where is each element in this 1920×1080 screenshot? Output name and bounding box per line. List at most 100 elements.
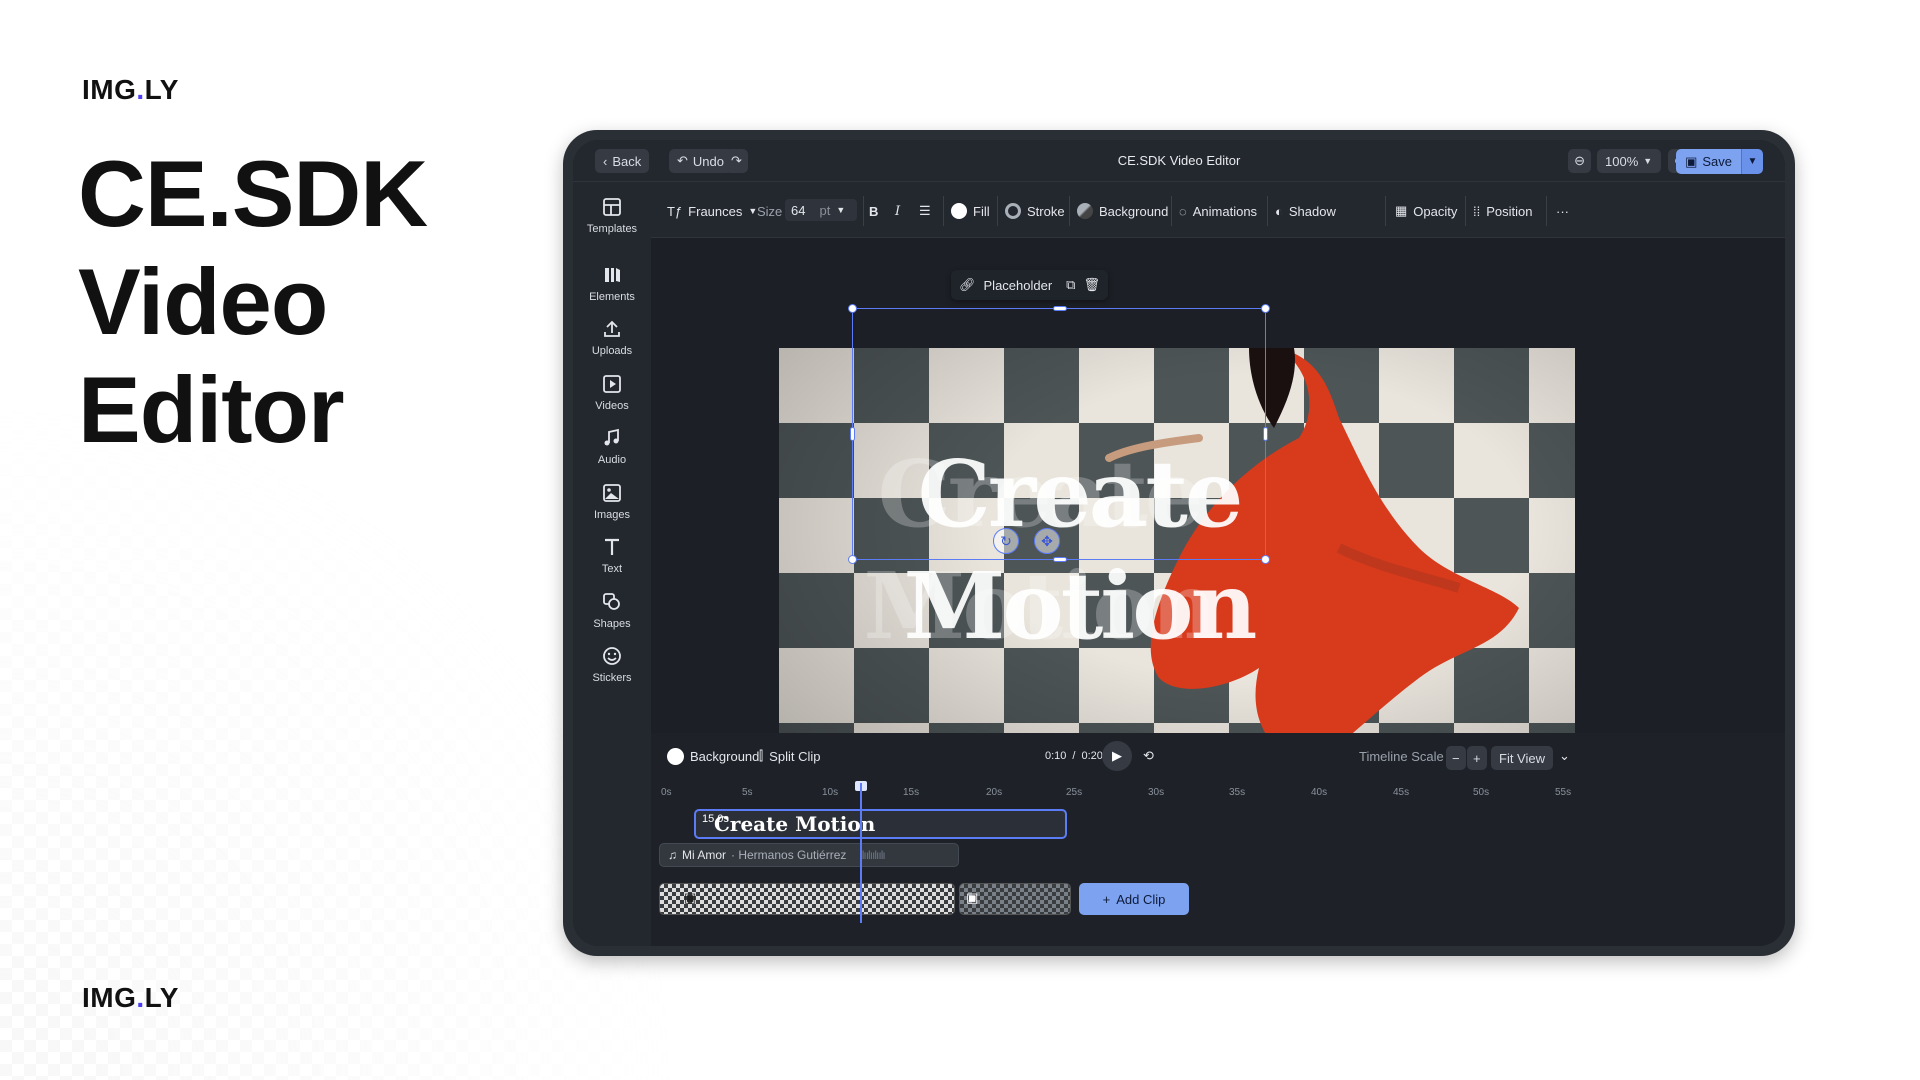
opacity-button[interactable]: ▦ Opacity: [1395, 200, 1457, 222]
editor-topbar: ‹ Back ↶ Undo ↷ CE.SDK Video Editor ⊖ 10…: [573, 140, 1785, 182]
divider: [1465, 196, 1466, 226]
position-icon: ⁞⁞: [1473, 203, 1481, 219]
timeline-scale-label: Timeline Scale: [1359, 748, 1444, 764]
ruler-label: 45s: [1393, 787, 1410, 798]
move-handle[interactable]: ✥: [1034, 528, 1060, 554]
plus-icon: +: [1473, 750, 1481, 766]
divider: [997, 196, 998, 226]
audio-track-clip[interactable]: ♫ Mi Amor · Hermanos Gutiérrez ılıılıılı…: [659, 843, 959, 867]
fit-view-button[interactable]: Fit View: [1491, 746, 1553, 770]
add-clip-button[interactable]: + Add Clip: [1079, 883, 1189, 915]
font-size-input[interactable]: 64 pt ▼: [785, 199, 857, 221]
font-family-select[interactable]: Tƒ Fraunces ▼: [667, 200, 757, 222]
opacity-icon: ▦: [1395, 203, 1408, 218]
resize-handle-top[interactable]: [1053, 306, 1067, 311]
more-options-button[interactable]: ···: [1556, 200, 1569, 222]
shapes-icon: [603, 593, 620, 610]
timeline-panel: Background ⫿ Split Clip 0:10 / 0:20 ▶ ⟲ …: [651, 733, 1785, 946]
resize-handle-bl[interactable]: [848, 555, 857, 564]
playhead[interactable]: [860, 783, 862, 923]
background-button[interactable]: Background: [1077, 200, 1168, 222]
sidebar-item-shapes[interactable]: Shapes: [573, 591, 651, 630]
sidebar-item-stickers[interactable]: Stickers: [573, 645, 651, 684]
sidebar-item-uploads[interactable]: Uploads: [573, 318, 651, 357]
chevron-down-icon: ⌄: [1559, 748, 1570, 763]
ruler-label: 30s: [1148, 787, 1165, 798]
rotate-handle[interactable]: ↻: [993, 528, 1019, 554]
video-icon: ▣: [966, 890, 979, 905]
sidebar-item-text[interactable]: Text: [573, 536, 651, 575]
italic-button[interactable]: I: [895, 200, 900, 222]
ruler-label: 35s: [1229, 787, 1246, 798]
sidebar-item-elements[interactable]: Elements: [573, 264, 651, 303]
placeholder-button[interactable]: Placeholder: [984, 278, 1053, 293]
selection-box[interactable]: [848, 304, 1270, 564]
rotate-icon: ↻: [1000, 532, 1012, 549]
text-icon: [605, 538, 619, 555]
alignment-button[interactable]: ☰: [919, 200, 931, 222]
sidebar-item-videos[interactable]: Videos: [573, 373, 651, 412]
text-track-clip[interactable]: 15.0s Create Motion: [694, 809, 1067, 839]
editor-app: ‹ Back ↶ Undo ↷ CE.SDK Video Editor ⊖ 10…: [573, 140, 1785, 946]
upload-icon: [604, 320, 620, 337]
ruler-label: 10s: [822, 787, 839, 798]
size-label: Size: [757, 203, 783, 219]
link-icon: 🔗︎: [959, 277, 976, 292]
resize-handle-tl[interactable]: [848, 304, 857, 313]
timeline-background-button[interactable]: Background: [667, 745, 759, 767]
music-icon: ♫: [668, 848, 677, 862]
sidebar-item-audio[interactable]: Audio: [573, 427, 651, 466]
timeline-ruler[interactable]: 0s 5s 10s 15s 20s 25s 30s 35s 40s 45s 50…: [651, 779, 1785, 807]
trash-icon[interactable]: 🗑︎: [1083, 277, 1100, 293]
elements-icon: [605, 268, 620, 282]
hero-title: CE.SDK Video Editor: [78, 140, 428, 464]
loop-icon: ⟲: [1143, 748, 1154, 763]
play-button[interactable]: ▶: [1102, 741, 1132, 771]
stroke-button[interactable]: Stroke: [1005, 200, 1065, 222]
shadow-button[interactable]: ◐ Shadow: [1275, 200, 1336, 222]
ruler-label: 25s: [1066, 787, 1083, 798]
bold-button[interactable]: B: [869, 200, 878, 222]
move-icon: ✥: [1041, 532, 1053, 549]
resize-handle-right[interactable]: [1263, 427, 1268, 441]
stroke-swatch-icon: [1005, 203, 1021, 219]
caret-down-icon: ▼: [748, 206, 758, 216]
position-button[interactable]: ⁞⁞ Position: [1473, 200, 1532, 222]
music-icon: [604, 428, 619, 446]
caret-down-icon: ▼: [1747, 156, 1758, 167]
save-options-button[interactable]: ▼: [1741, 149, 1763, 174]
time-display: 0:10 / 0:20: [1045, 750, 1103, 762]
resize-handle-bottom[interactable]: [1053, 557, 1067, 562]
zoom-out-button[interactable]: ⊖: [1568, 149, 1591, 173]
save-button[interactable]: ▣ Save: [1676, 149, 1741, 174]
canvas-area: Create Motion 🔗︎ Placeholder ⧉ 🗑︎ ↻ ✥: [651, 238, 1785, 796]
sidebar-item-images[interactable]: Images: [573, 482, 651, 521]
duplicate-icon[interactable]: ⧉: [1066, 277, 1075, 293]
brand-logo: IMG.LY: [82, 74, 179, 105]
loop-button[interactable]: ⟲: [1143, 745, 1154, 767]
fill-button[interactable]: Fill: [951, 200, 990, 222]
timeline-scale-increase[interactable]: +: [1467, 746, 1487, 770]
animation-icon: ◌: [1179, 203, 1187, 219]
collapse-timeline-button[interactable]: ⌄: [1559, 745, 1570, 767]
caret-down-icon: ▼: [1643, 156, 1653, 166]
ruler-label: 0s: [661, 787, 672, 798]
split-icon: ⫿: [759, 748, 764, 763]
resize-handle-tr[interactable]: [1261, 304, 1270, 313]
selection-context-menu: 🔗︎ Placeholder ⧉ 🗑︎: [951, 270, 1108, 300]
sidebar-item-templates[interactable]: Templates: [573, 196, 651, 235]
resize-handle-left[interactable]: [850, 427, 855, 441]
minus-icon: −: [1452, 750, 1460, 766]
ruler-label: 5s: [742, 787, 753, 798]
divider: [1069, 196, 1070, 226]
ruler-label: 55s: [1555, 787, 1572, 798]
timeline-scale-decrease[interactable]: −: [1446, 746, 1466, 770]
zoom-select[interactable]: 100% ▼: [1597, 149, 1661, 173]
video-clip-1[interactable]: ▣: [659, 883, 955, 915]
divider: [1267, 196, 1268, 226]
resize-handle-br[interactable]: [1261, 555, 1270, 564]
video-clip-2[interactable]: ▣: [959, 883, 1071, 915]
ruler-label: 15s: [903, 787, 920, 798]
animations-button[interactable]: ◌ Animations: [1179, 200, 1257, 222]
split-clip-button[interactable]: ⫿ Split Clip: [759, 745, 820, 767]
